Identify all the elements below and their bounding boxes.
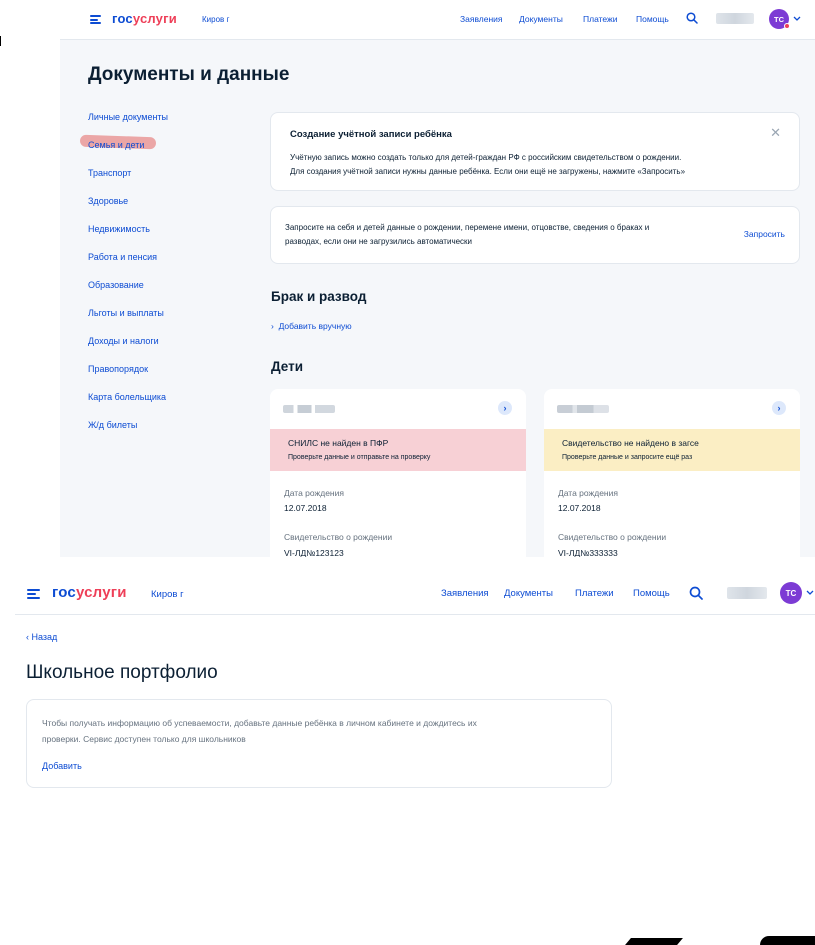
birth-certificate-value: VI-ЛД№333333 [558,548,618,557]
chevron-right-icon[interactable]: › [772,401,786,415]
birth-date-value: 12.07.2018 [284,503,327,513]
sidebar-item-real-estate[interactable]: Недвижимость [88,222,258,250]
nav-help[interactable]: Помощь [633,588,670,599]
chevron-down-icon[interactable] [806,590,814,596]
sidebar-item-health[interactable]: Здоровье [88,194,258,222]
sidebar-item-personal-documents[interactable]: Личные документы [88,110,258,138]
portfolio-info-text: Чтобы получать информацию об успеваемост… [42,718,477,744]
sidebar-menu: Личные документы Семья и дети Транспорт … [88,110,258,446]
sidebar-item-law-enforcement[interactable]: Правопорядок [88,362,258,390]
gosuslugi-logo[interactable]: госуслуги [52,584,127,601]
portfolio-info-card: Чтобы получать информацию об успеваемост… [26,699,612,788]
child-name-blurred [557,405,609,413]
sidebar-item-income-taxes[interactable]: Доходы и налоги [88,334,258,362]
documents-screen: госуслуги Киров г Заявления Документы Пл… [0,0,815,557]
birth-certificate-label: Свидетельство о рождении [284,532,393,542]
menu-icon[interactable] [90,15,101,24]
nav-payments[interactable]: Платежи [575,588,614,599]
add-manually-link[interactable]: › Добавить вручную [271,321,352,331]
close-icon[interactable]: ✕ [770,125,781,141]
birth-date-label: Дата рождения [284,488,344,498]
request-text: Запросите на себя и детей данные о рожде… [285,223,650,246]
request-link[interactable]: Запросить [744,229,785,239]
page-title: Школьное портфолио [26,662,218,683]
birth-certificate-value: VI-ЛД№123123 [284,548,344,557]
top-header: госуслуги Киров г Заявления Документы Пл… [60,0,815,40]
sidebar-item-education[interactable]: Образование [88,278,258,306]
request-data-card: Запросите на себя и детей данные о рожде… [270,206,800,264]
documents-content: Документы и данные Личные документы Семь… [60,40,815,557]
sidebar-item-work-pension[interactable]: Работа и пенсия [88,250,258,278]
avatar[interactable]: ТС [780,582,802,604]
birth-date-label: Дата рождения [558,488,618,498]
birth-certificate-label: Свидетельство о рождении [558,532,667,542]
children-heading: Дети [271,359,304,374]
user-name-blurred[interactable] [716,13,754,24]
notification-dot [784,23,790,29]
child-account-banner: Создание учётной записи ребёнка Учётную … [270,112,800,191]
sidebar-item-family-children[interactable]: Семья и дети [88,138,258,166]
search-icon[interactable] [686,12,698,24]
portfolio-screen: госуслуги Киров г Заявления Документы Пл… [15,573,815,945]
crop-mark [625,938,683,945]
nav-payments[interactable]: Платежи [583,14,617,24]
banner-text: Учётную запись можно создать только для … [290,153,686,176]
nav-applications[interactable]: Заявления [441,588,489,599]
gosuslugi-logo[interactable]: госуслуги [112,11,177,26]
chevron-right-icon: › [271,321,279,331]
back-link[interactable]: ‹ Назад [26,632,57,642]
banner-title: Создание учётной записи ребёнка [290,129,452,140]
chevron-down-icon[interactable] [793,16,801,22]
sidebar-item-fan-card[interactable]: Карта болельщика [88,390,258,418]
status-badge: Свидетельство не найдено в загсе Проверь… [544,429,800,471]
city-selector[interactable]: Киров г [202,15,229,24]
marriage-heading: Брак и развод [271,289,367,304]
page-title: Документы и данные [88,64,290,85]
header-divider [15,614,815,615]
search-icon[interactable] [689,586,703,600]
sidebar-item-benefits[interactable]: Льготы и выплаты [88,306,258,334]
nav-documents[interactable]: Документы [519,14,563,24]
birth-date-value: 12.07.2018 [558,503,601,513]
sidebar-item-railway-tickets[interactable]: Ж/д билеты [88,418,258,446]
menu-icon[interactable] [27,589,40,599]
nav-documents[interactable]: Документы [504,588,553,599]
chevron-right-icon[interactable]: › [498,401,512,415]
margin-mark [0,36,1,46]
user-name-blurred[interactable] [727,587,767,599]
child-card[interactable]: › СНИЛС не найден в ПФР Проверьте данные… [270,389,526,557]
status-badge: СНИЛС не найден в ПФР Проверьте данные и… [270,429,526,471]
child-name-blurred [283,405,335,413]
sidebar-item-transport[interactable]: Транспорт [88,166,258,194]
nav-applications[interactable]: Заявления [460,14,503,24]
nav-help[interactable]: Помощь [636,14,669,24]
child-card[interactable]: › Свидетельство не найдено в загсе Прове… [544,389,800,557]
crop-mark [760,936,815,945]
city-selector[interactable]: Киров г [151,589,184,600]
add-child-link[interactable]: Добавить [42,761,82,771]
